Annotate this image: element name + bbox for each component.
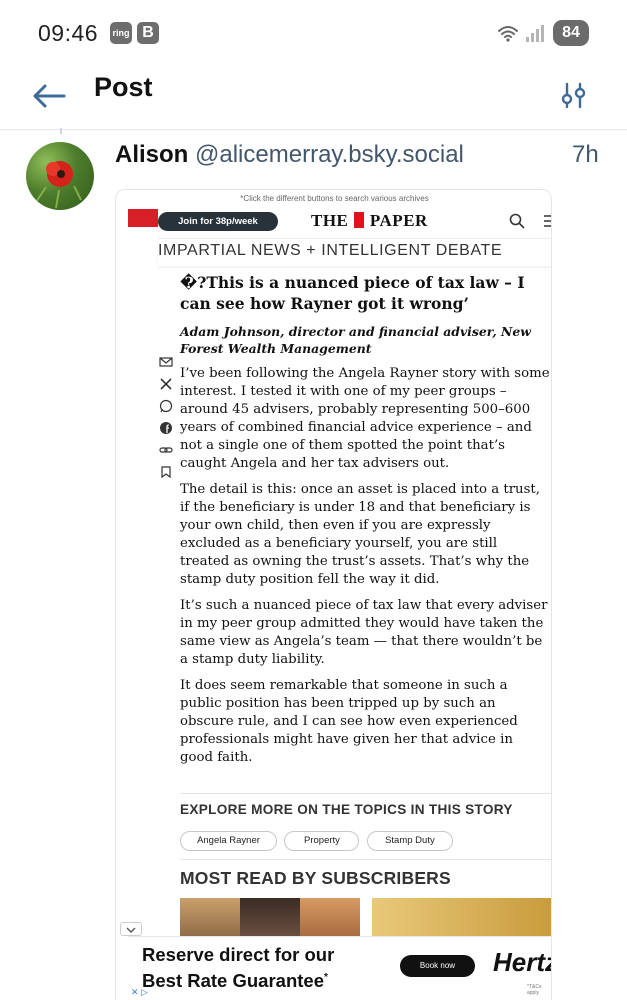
ad-terms-note: *T&Cs apply — [527, 984, 542, 996]
bookmark-icon — [161, 466, 171, 479]
back-button[interactable] — [30, 74, 70, 118]
topic-pill: Stamp Duty — [366, 831, 453, 851]
most-read-heading: MOST READ BY SUBSCRIBERS — [180, 868, 451, 888]
archive-note: *Click the different buttons to search v… — [240, 194, 429, 203]
red-tab — [128, 209, 158, 227]
link-icon — [159, 447, 173, 453]
article-paragraph: The detail is this: once an asset is pla… — [180, 482, 541, 587]
wifi-icon — [498, 26, 518, 38]
menu-icon — [544, 215, 551, 227]
signal-icon — [526, 25, 544, 42]
ring-app-badge: ring — [110, 22, 132, 44]
ad-line-2: Best Rate Guarantee — [142, 970, 324, 992]
thumbnail-photo — [300, 898, 360, 938]
search-icon — [509, 213, 525, 229]
arrow-left-icon — [33, 84, 66, 108]
topic-pill: Property — [284, 831, 360, 851]
page-title: Post — [94, 72, 153, 102]
chevron-down-icon — [126, 927, 136, 933]
divider — [180, 793, 551, 794]
article-byline: Adam Johnson, director and financial adv… — [180, 324, 531, 356]
site-header: Join for 38p/week THE PAPER — [116, 207, 551, 241]
connectivity-icons — [496, 22, 546, 44]
collapse-ad-toggle — [120, 922, 142, 936]
avatar[interactable] — [26, 142, 94, 210]
site-logo: THE PAPER — [311, 211, 428, 231]
thumbnail-photo — [180, 898, 240, 938]
mail-icon — [159, 357, 173, 367]
logo-right-text: PAPER — [369, 211, 428, 230]
divider — [180, 859, 551, 860]
facebook-icon — [160, 422, 172, 434]
thread-connector — [60, 128, 62, 134]
author-handle[interactable]: @alicemerray.bsky.social — [195, 141, 464, 168]
adchoices-icon: ✕ ▷ — [131, 987, 148, 997]
sliders-icon — [561, 82, 586, 109]
article-paragraph: It’s such a nuanced piece of tax law tha… — [180, 598, 548, 667]
post-timestamp[interactable]: 7h — [572, 141, 599, 169]
join-button: Join for 38p/week — [158, 212, 278, 231]
ad-line-1: Reserve direct for our — [142, 944, 335, 965]
poppy-avatar — [35, 161, 82, 209]
article-paragraph: It does seem remarkable that someone in … — [180, 678, 518, 765]
post-author[interactable]: Alison @alicemerray.bsky.social — [115, 141, 464, 169]
whatsapp-icon — [159, 399, 173, 413]
logo-left-text: THE — [311, 211, 349, 230]
article-headline: �?This is a nuanced piece of tax law – I… — [180, 273, 525, 313]
status-time: 09:46 — [38, 20, 99, 46]
author-display-name[interactable]: Alison — [115, 141, 188, 168]
thumbnail-photo — [240, 898, 300, 938]
ad-book-now-button: Book now — [400, 955, 475, 977]
thread-options-button[interactable] — [556, 74, 592, 118]
b-app-badge: B — [137, 22, 159, 44]
ad-brand-logo: Hertz — [493, 947, 552, 977]
share-rail — [159, 355, 175, 487]
ad-headline: Reserve direct for our Best Rate Guarant… — [142, 943, 334, 992]
site-tagline: IMPARTIAL NEWS + INTELLIGENT DEBATE — [158, 238, 551, 266]
x-icon — [160, 378, 172, 390]
post-image[interactable]: *Click the different buttons to search v… — [115, 189, 552, 1000]
topic-pill: Angela Rayner — [180, 831, 277, 851]
thumbnail-photo — [372, 898, 551, 938]
app-header: Post — [0, 66, 627, 130]
logo-i-mark — [354, 212, 365, 228]
explore-heading: EXPLORE MORE ON THE TOPICS IN THIS STORY — [180, 802, 513, 817]
article-body: �?This is a nuanced piece of tax law – I… — [180, 272, 550, 775]
topic-pills: Angela Rayner Property Stamp Duty — [180, 830, 456, 851]
article-paragraph: I’ve been following the Angela Rayner st… — [180, 366, 550, 471]
advert-banner: Reserve direct for our Best Rate Guarant… — [128, 936, 552, 1000]
ad-line-2-mark: * — [323, 972, 328, 983]
status-bar: 09:46 ring B 84 — [0, 0, 627, 66]
battery-indicator: 84 — [553, 20, 589, 46]
